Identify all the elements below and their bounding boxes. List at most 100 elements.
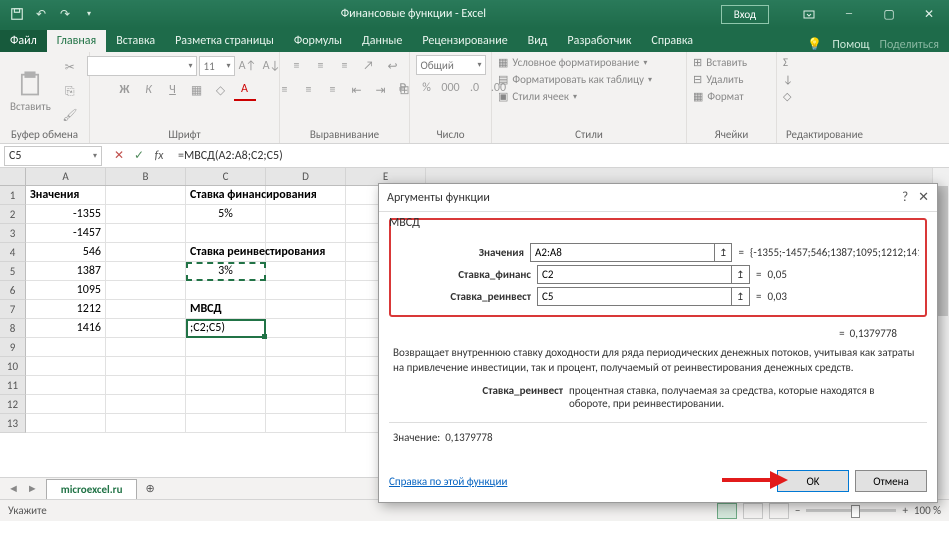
cell[interactable] [186,395,266,414]
sheet-next-icon[interactable]: ► [27,482,38,495]
signin-button[interactable]: Вход [721,5,769,24]
increase-font-icon[interactable]: A↑ [237,55,259,77]
tab-insert[interactable]: Вставка [106,30,165,52]
cell[interactable]: -1457 [26,224,106,243]
autosum-button[interactable]: Σ [783,55,788,70]
ribbon-options-icon[interactable] [789,0,829,28]
cell[interactable]: -1355 [26,205,106,224]
cell[interactable] [106,376,186,395]
cell[interactable] [106,357,186,376]
ok-button[interactable]: OK [777,470,849,492]
cell[interactable] [266,319,346,338]
tab-home[interactable]: Главная [47,30,106,52]
tab-view[interactable]: Вид [518,30,558,52]
sheet-prev-icon[interactable]: ◄ [8,482,19,495]
decrease-indent-icon[interactable]: ⇤ [346,79,368,101]
row-header[interactable]: 11 [0,376,26,395]
cut-icon[interactable]: ✂ [59,57,81,79]
cell[interactable] [186,281,266,300]
font-size-combo[interactable]: 11 [199,56,235,76]
cell[interactable] [186,414,266,433]
arg-input-reinvest-rate[interactable] [537,287,732,306]
row-header[interactable]: 13 [0,414,26,433]
share-button[interactable]: Поделиться [880,38,939,52]
col-header[interactable]: B [106,168,186,185]
tab-file[interactable]: Файл [0,30,47,52]
dialog-close-icon[interactable]: ✕ [918,190,929,205]
orientation-icon[interactable]: ↗ [358,55,380,77]
row-header[interactable]: 2 [0,205,26,224]
align-left-icon[interactable]: ≡ [274,79,296,101]
italic-icon[interactable]: К [138,79,160,101]
sheet-tab[interactable]: microexcel.ru [46,479,138,499]
cell[interactable] [26,414,106,433]
formula-cancel-icon[interactable]: ✕ [110,148,128,163]
align-top-icon[interactable]: ≡ [286,55,308,77]
cell[interactable] [186,376,266,395]
cell[interactable] [106,395,186,414]
underline-icon[interactable]: Ч [162,79,184,101]
cell[interactable]: 1212 [26,300,106,319]
tell-me-icon[interactable]: 💡 [807,37,822,52]
number-format-combo[interactable]: Общий [416,55,486,75]
delete-cells-button[interactable]: ⊟Удалить [693,72,743,87]
cell[interactable]: Ставка финансирования [186,186,266,205]
insert-cells-button[interactable]: ⊞Вставить [693,55,747,70]
row-header[interactable]: 7 [0,300,26,319]
minimize-icon[interactable]: ─ [829,0,869,28]
row-header[interactable]: 4 [0,243,26,262]
row-header[interactable]: 5 [0,262,26,281]
wrap-text-icon[interactable]: ↩ [382,55,404,77]
cell[interactable] [266,205,346,224]
cancel-button[interactable]: Отмена [855,470,927,492]
format-painter-icon[interactable]: 🖌 [59,105,81,127]
cell[interactable] [26,338,106,357]
currency-icon[interactable]: ₽ [392,77,414,99]
row-header[interactable]: 8 [0,319,26,338]
cell[interactable]: 1387 [26,262,106,281]
range-selector-icon[interactable]: ↥ [732,287,750,306]
cell[interactable]: 1416 [26,319,106,338]
increase-decimal-icon[interactable]: .0 [464,77,486,99]
cell[interactable] [266,357,346,376]
zoom-out-icon[interactable]: − [795,504,800,517]
redo-icon[interactable]: ↷ [54,3,76,25]
dialog-titlebar[interactable]: Аргументы функции ? ✕ [379,184,937,212]
cell[interactable] [266,376,346,395]
cell[interactable] [266,262,346,281]
function-help-link[interactable]: Справка по этой функции [389,475,507,488]
qat-dropdown-icon[interactable]: ▾ [78,3,100,25]
cell[interactable]: 5% [186,205,266,224]
tell-me[interactable]: Помощ [832,38,869,52]
row-header[interactable]: 6 [0,281,26,300]
format-as-table-button[interactable]: ▤Форматировать как таблицу▾ [498,72,652,87]
font-family-combo[interactable] [87,56,197,76]
tab-layout[interactable]: Разметка страницы [165,30,284,52]
font-color-icon[interactable]: А [234,79,256,101]
col-header[interactable]: A [26,168,106,185]
close-icon[interactable]: ✕ [909,0,949,28]
percent-icon[interactable]: % [416,77,438,99]
increase-indent-icon[interactable]: ⇥ [370,79,392,101]
cell[interactable] [266,395,346,414]
cell[interactable] [106,319,186,338]
fx-icon[interactable]: fx [150,149,168,163]
clear-button[interactable]: ◇ [783,89,791,104]
cell[interactable] [266,414,346,433]
maximize-icon[interactable]: ▢ [869,0,909,28]
row-header[interactable]: 9 [0,338,26,357]
paste-button[interactable]: Вставить [6,68,55,115]
row-header[interactable]: 1 [0,186,26,205]
cell[interactable] [26,357,106,376]
row-header[interactable]: 3 [0,224,26,243]
cell[interactable] [106,224,186,243]
select-all-triangle[interactable] [0,168,26,185]
cell[interactable] [26,395,106,414]
zoom-slider[interactable] [806,509,896,512]
name-box[interactable]: C5 [4,146,102,166]
cell-styles-button[interactable]: ▣Стили ячеек▾ [498,89,577,104]
fill-button[interactable]: ↓ [783,72,793,87]
comma-icon[interactable]: 000 [440,77,462,99]
row-header[interactable]: 12 [0,395,26,414]
cell[interactable] [106,243,186,262]
